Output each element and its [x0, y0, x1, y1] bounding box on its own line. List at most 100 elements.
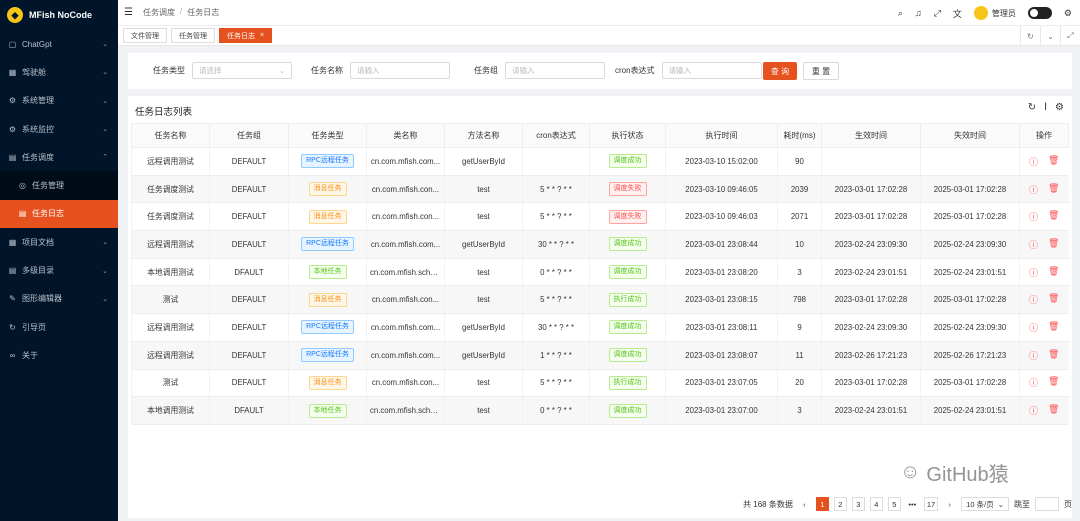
table-row[interactable]: 远程调用测试 DEFAULT RPC远程任务 cn.com.mfish.com... g… — [131, 313, 1069, 342]
page-button[interactable]: 3 — [851, 497, 865, 511]
cell-start: 2023-03-01 17:02:28 — [821, 175, 921, 204]
sidebar-item[interactable]: ▦ 项目文档 ⌄ — [0, 228, 118, 256]
expand-icon[interactable]: ⤢ — [1060, 26, 1080, 46]
page-button[interactable]: ••• — [905, 497, 919, 511]
delete-icon[interactable]: 🗑 — [1048, 238, 1059, 251]
table-row[interactable]: 远程调用测试 DEFAULT RPC远程任务 cn.com.mfish.com... g… — [131, 230, 1069, 259]
translate-icon[interactable]: 文 — [953, 7, 962, 20]
cell-method: test — [444, 369, 523, 398]
sidebar-item[interactable]: ▦ 驾驶舱 ⌄ — [0, 58, 118, 86]
breadcrumb-item[interactable]: 任务调度 — [143, 7, 175, 18]
settings-gear-icon[interactable]: ⚙ — [1064, 8, 1072, 19]
task-group-label: 任务组 — [474, 66, 498, 75]
page-size-select[interactable]: 10 条/页 ⌄ — [961, 497, 1009, 511]
delete-icon[interactable]: 🗑 — [1048, 404, 1059, 417]
delete-icon[interactable]: 🗑 — [1048, 321, 1059, 334]
cell-end — [920, 147, 1020, 176]
sidebar-item[interactable]: ✎ 图形编辑器 ⌄ — [0, 285, 118, 313]
search-icon[interactable]: ⌕ — [898, 8, 903, 19]
sidebar-item[interactable]: ∞ 关于 — [0, 341, 118, 369]
table-row[interactable]: 本地调用测试 DFAULT 本地任务 cn.com.mfish.sche... test… — [131, 258, 1069, 287]
query-button[interactable]: 查 询 — [763, 62, 797, 80]
tab-file-manage[interactable]: 文件管理 — [123, 28, 167, 43]
cell-start: 2023-02-24 23:01:51 — [821, 258, 921, 287]
delete-icon[interactable]: 🗑 — [1048, 210, 1059, 223]
cell-end: 2025-02-24 23:01:51 — [920, 396, 1020, 425]
table-row[interactable]: 测试 DEFAULT 消息任务 cn.com.mfish.con... test 5 * … — [131, 285, 1069, 315]
delete-icon[interactable]: 🗑 — [1048, 376, 1059, 389]
cron-input[interactable]: 请输入 — [661, 62, 762, 79]
app-logo[interactable]: ◆ MFish NoCode — [0, 0, 118, 30]
setting-icon[interactable]: ⚙ — [1055, 102, 1064, 113]
info-icon[interactable]: ⓘ — [1029, 293, 1038, 306]
sidebar-item-label: 项目文档 — [22, 237, 54, 247]
sidebar-item[interactable]: ⚙ 系统监控 ⌄ — [0, 115, 118, 143]
page-button[interactable]: 1 — [815, 497, 829, 511]
page-button[interactable]: 17 — [923, 497, 939, 511]
cell-status: 调度成功 — [589, 230, 666, 259]
cell-name: 远程调用测试 — [131, 147, 210, 176]
cell-actions: ⓘ 🗑 — [1019, 230, 1069, 259]
sidebar-item[interactable]: ▤ 多级目录 ⌄ — [0, 256, 118, 284]
sidebar-item[interactable]: ▤ 任务日志 — [0, 199, 118, 229]
task-group-input[interactable]: 请输入 — [505, 62, 605, 79]
fullscreen-icon[interactable]: ⤢ — [934, 8, 941, 19]
info-icon[interactable]: ⓘ — [1029, 238, 1038, 251]
task-type-select[interactable]: 请选择 ⌄ — [192, 62, 292, 79]
table-row[interactable]: 任务调度测试 DEFAULT 消息任务 cn.com.mfish.con... test… — [131, 202, 1069, 232]
page-button[interactable]: 2 — [833, 497, 847, 511]
refresh-icon[interactable]: ↻ — [1020, 26, 1040, 46]
column-header: 任务类型 — [288, 123, 367, 148]
delete-icon[interactable]: 🗑 — [1048, 293, 1059, 306]
page-button[interactable]: 4 — [869, 497, 883, 511]
task-type-tag: 消息任务 — [308, 182, 347, 197]
info-icon[interactable]: ⓘ — [1029, 266, 1038, 279]
cell-type: 消息任务 — [288, 369, 367, 398]
task-name-input[interactable]: 请输入 — [350, 62, 450, 79]
sidebar-item[interactable]: ◎ 任务管理 — [0, 171, 118, 200]
sidebar-item[interactable]: ⚙ 系统管理 ⌄ — [0, 87, 118, 115]
sidebar-item-label: 驾驶舱 — [22, 67, 46, 77]
bell-icon[interactable]: ♫ — [915, 8, 922, 18]
chevron-icon: ⌄ — [102, 97, 108, 105]
table-row[interactable]: 任务调度测试 DEFAULT 消息任务 cn.com.mfish.con... test… — [131, 175, 1069, 204]
cell-actions: ⓘ 🗑 — [1019, 175, 1069, 204]
user-menu[interactable]: 管理员 — [973, 6, 1016, 20]
tab-label: 文件管理 — [131, 32, 159, 40]
theme-toggle[interactable] — [1027, 7, 1052, 19]
column-height-icon[interactable]: Ⅰ — [1044, 102, 1047, 113]
info-icon[interactable]: ⓘ — [1029, 321, 1038, 334]
close-icon[interactable]: × — [260, 32, 264, 39]
info-icon[interactable]: ⓘ — [1029, 404, 1038, 417]
sidebar-item[interactable]: ↻ 引导页 — [0, 313, 118, 341]
sidebar-item[interactable]: ▤ 任务调度 ⌃ — [0, 143, 118, 171]
info-icon[interactable]: ⓘ — [1029, 376, 1038, 389]
cell-cost: 9 — [777, 313, 822, 342]
prev-page-button[interactable]: ‹ — [797, 497, 811, 511]
info-icon[interactable]: ⓘ — [1029, 183, 1038, 196]
status-badge: 执行成功 — [608, 292, 647, 307]
sidebar-item[interactable]: ▢ ChatGpt ⌄ — [0, 30, 118, 58]
chevron-icon: ⌄ — [102, 126, 108, 134]
delete-icon[interactable]: 🗑 — [1048, 266, 1059, 279]
info-icon[interactable]: ⓘ — [1029, 155, 1038, 168]
table-row[interactable]: 远程调用测试 DEFAULT RPC远程任务 cn.com.mfish.com... g… — [131, 147, 1069, 176]
reset-button[interactable]: 重 置 — [803, 62, 839, 80]
tab-task-manage[interactable]: 任务管理 — [171, 28, 215, 43]
folder-icon: ▤ — [8, 266, 17, 276]
info-icon[interactable]: ⓘ — [1029, 349, 1038, 362]
info-icon[interactable]: ⓘ — [1029, 210, 1038, 223]
jump-input[interactable] — [1035, 497, 1059, 511]
delete-icon[interactable]: 🗑 — [1048, 155, 1059, 168]
menu-fold-icon[interactable]: ☰ — [124, 7, 133, 18]
refresh-icon[interactable]: ↻ — [1028, 102, 1036, 113]
table-row[interactable]: 远程调用测试 DEFAULT RPC远程任务 cn.com.mfish.com... g… — [131, 341, 1069, 370]
page-button[interactable]: 5 — [887, 497, 901, 511]
table-row[interactable]: 测试 DEFAULT 消息任务 cn.com.mfish.con... test 5 * … — [131, 369, 1069, 398]
delete-icon[interactable]: 🗑 — [1048, 183, 1059, 196]
delete-icon[interactable]: 🗑 — [1048, 349, 1059, 362]
tab-task-log[interactable]: 任务日志 × — [219, 28, 273, 43]
chevron-down-icon[interactable]: ⌄ — [1040, 26, 1060, 46]
next-page-button[interactable]: › — [943, 497, 957, 511]
table-row[interactable]: 本地调用测试 DFAULT 本地任务 cn.com.mfish.sche... test… — [131, 396, 1069, 425]
